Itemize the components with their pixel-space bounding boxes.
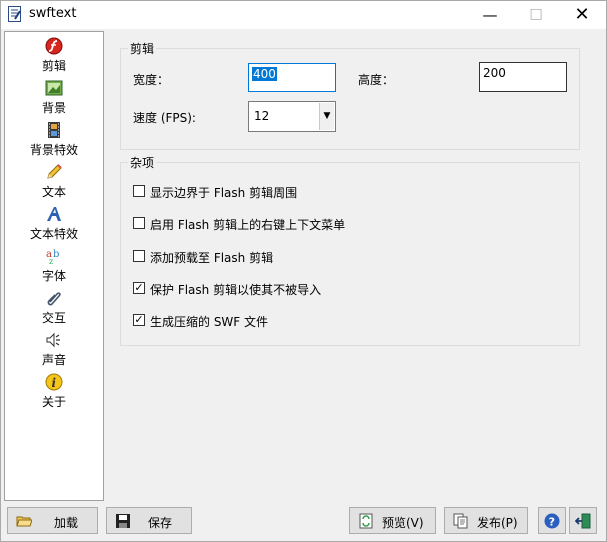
svg-text:b: b — [53, 249, 59, 260]
checkbox[interactable] — [133, 250, 145, 262]
sidebar-item-background-effects[interactable]: 背景特效 — [5, 118, 103, 158]
group-title: 剪辑 — [128, 40, 157, 57]
option-label: 添加预载至 Flash 剪辑 — [150, 251, 274, 265]
publish-button[interactable]: 发布(P) — [444, 507, 528, 534]
save-button[interactable]: 保存 — [106, 507, 192, 534]
option-label: 启用 Flash 剪辑上的右键上下文菜单 — [150, 218, 346, 232]
publish-button-label: 发布(P) — [477, 516, 518, 530]
speaker-icon — [46, 332, 60, 348]
app-window: swftext — ☐ ✕ 剪辑 背景 背景特效 文本 文本特效 a b z 字… — [0, 0, 607, 542]
fps-label: 速度 (FPS): — [133, 111, 196, 125]
height-value: 200 — [483, 66, 506, 80]
load-button-label: 加载 — [54, 516, 79, 530]
flash-icon — [45, 37, 63, 55]
sidebar-item-label: 关于 — [41, 395, 66, 409]
font-icon: a b z — [46, 249, 59, 265]
group-title: 杂项 — [128, 154, 157, 171]
exit-door-icon — [575, 513, 591, 529]
fps-value: 12 — [254, 109, 270, 123]
width-value: 400 — [252, 67, 277, 81]
exit-button[interactable] — [569, 507, 597, 534]
sidebar-item-text-effects[interactable]: 文本特效 — [5, 202, 103, 242]
option-label: 显示边界于 Flash 剪辑周围 — [150, 186, 298, 200]
film-icon — [48, 122, 60, 138]
sidebar-item-text[interactable]: 文本 — [5, 160, 103, 200]
paperclip-icon — [47, 292, 61, 306]
height-label: 高度： — [358, 73, 395, 87]
sidebar-item-label: 文本 — [41, 185, 66, 199]
open-folder-icon — [16, 516, 32, 527]
checkbox[interactable] — [133, 217, 145, 229]
sidebar-item-about[interactable]: i 关于 — [5, 370, 103, 410]
sidebar-item-label: 背景特效 — [29, 143, 78, 157]
pencil-icon — [47, 164, 62, 179]
preview-icon — [359, 513, 373, 529]
height-input[interactable]: 200 — [479, 62, 567, 92]
checkbox-checked[interactable]: ✓ — [133, 314, 145, 326]
picture-icon — [45, 80, 63, 96]
sidebar-item-label: 剪辑 — [41, 59, 66, 73]
svg-text:z: z — [49, 257, 53, 265]
svg-text:?: ? — [549, 516, 555, 529]
publish-icon — [453, 513, 468, 529]
checkbox-checked[interactable]: ✓ — [133, 282, 145, 294]
sidebar-item-label: 声音 — [41, 353, 66, 367]
info-icon: i — [45, 373, 63, 391]
sidebar-item-font[interactable]: a b z 字体 — [5, 244, 103, 284]
misc-group: 杂项 显示边界于 Flash 剪辑周围 启用 Flash 剪辑上的右键上下文菜单… — [120, 154, 580, 346]
text-effect-icon — [47, 207, 61, 221]
clip-group: 剪辑 宽度： 400 高度： 200 速度 (FPS): 12 ▼ — [120, 40, 580, 150]
title-bar[interactable]: swftext — ☐ ✕ — [1, 1, 606, 29]
sidebar-item-label: 交互 — [41, 311, 66, 325]
close-button[interactable]: ✕ — [559, 1, 605, 29]
window-title: swftext — [29, 6, 77, 21]
help-button[interactable]: ? — [538, 507, 566, 534]
width-label: 宽度： — [133, 73, 170, 87]
option-label: 保护 Flash 剪辑以使其不被导入 — [150, 283, 322, 297]
checkbox[interactable] — [133, 185, 145, 197]
sidebar-item-label: 文本特效 — [29, 227, 78, 241]
minimize-button[interactable]: — — [467, 1, 513, 29]
sidebar-item-sound[interactable]: 声音 — [5, 328, 103, 368]
preview-button[interactable]: 预览(V) — [349, 507, 436, 534]
sidebar-item-interaction[interactable]: 交互 — [5, 286, 103, 326]
document-icon — [8, 6, 21, 22]
floppy-disk-icon — [116, 514, 130, 528]
sidebar-item-label: 背景 — [41, 101, 66, 115]
sidebar-item-background[interactable]: 背景 — [5, 76, 103, 116]
sidebar-item-clip[interactable]: 剪辑 — [5, 34, 103, 74]
save-button-label: 保存 — [148, 516, 173, 530]
fps-select[interactable]: 12 ▼ — [248, 101, 336, 132]
width-input[interactable]: 400 — [248, 63, 336, 92]
chevron-down-icon[interactable]: ▼ — [319, 103, 334, 130]
sidebar-item-label: 字体 — [41, 269, 66, 283]
maximize-button[interactable]: ☐ — [513, 1, 559, 29]
svg-text:i: i — [52, 376, 57, 390]
help-icon: ? — [544, 513, 560, 529]
preview-button-label: 预览(V) — [382, 516, 424, 530]
load-button[interactable]: 加载 — [7, 507, 98, 534]
option-label: 生成压缩的 SWF 文件 — [150, 315, 269, 329]
sidebar: 剪辑 背景 背景特效 文本 文本特效 a b z 字体 交互 声音 i 关于 — [4, 31, 104, 501]
